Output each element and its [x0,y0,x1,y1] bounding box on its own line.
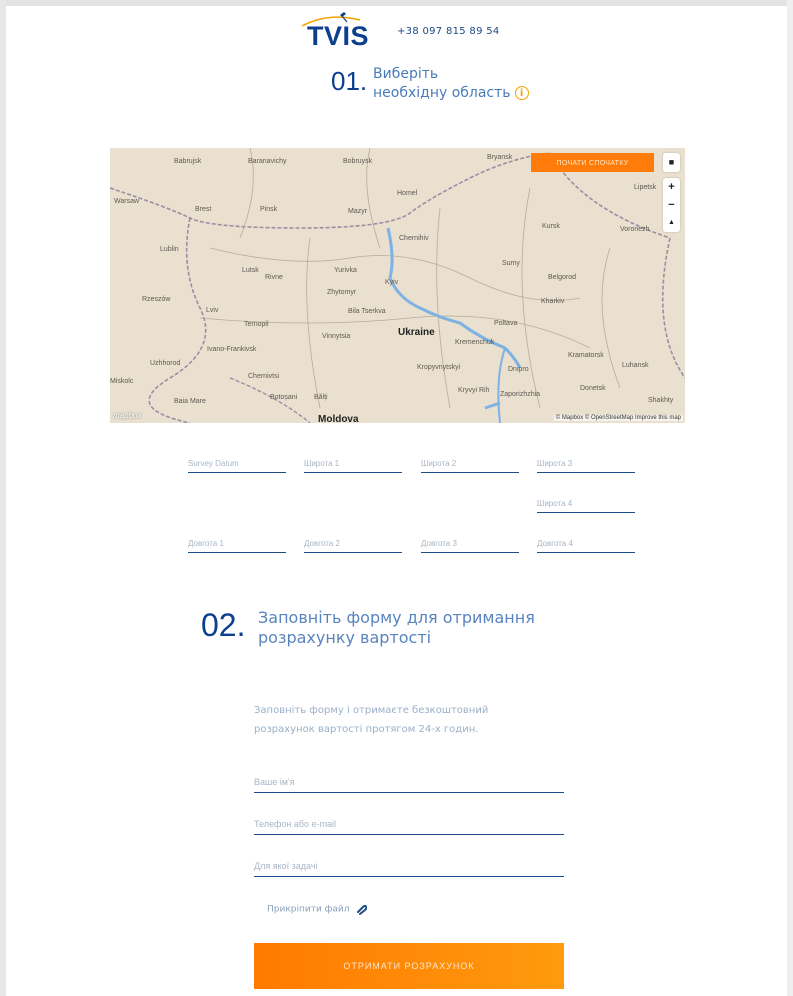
longitude-4-input[interactable] [537,534,635,553]
map-city-label: Kyiv [385,279,399,286]
map-city-label: Bălți [314,394,328,401]
latitude-1-input[interactable] [304,454,402,473]
map-area[interactable]: Babrujsk Baranavichy Bobruysk Bryansk Wa… [110,148,685,423]
form-description-line2: розрахунок вартості протягом 24-х годин. [254,724,479,735]
map-city-label: Ivano-Frankivsk [207,346,257,353]
map-city-label: Yurivka [334,267,357,274]
longitude-3-input[interactable] [421,534,519,553]
map-city-label: Dnipro [508,366,529,373]
map-city-label: Bila Tserkva [348,308,386,315]
map-city-label: Kropyvnytskyi [417,364,461,371]
step-2-title-line1: Заповніть форму для отримання [258,608,535,627]
map-city-label: Kursk [542,223,560,230]
step-2-number: 02. [201,607,246,643]
phone-number[interactable]: +38 097 815 89 54 [397,26,500,37]
map-city-label: Baia Mare [174,398,206,405]
latitude-3-input[interactable] [537,454,635,473]
map-city-label: Babrujsk [174,158,202,165]
map-country-label: Ukraine [398,327,435,338]
map-city-label: Vinnytsia [322,333,351,340]
map-city-label: Luhansk [622,362,649,369]
survey-datum-input[interactable] [188,454,286,473]
window-frame-top [0,0,793,6]
zoom-controls: + − ▲ [663,178,680,232]
map-city-label: Lipetsk [634,184,657,191]
info-icon[interactable]: i [514,86,529,100]
tvis-logo[interactable]: TVIS [298,10,376,50]
map-city-label: Lviv [206,307,219,314]
latitude-2-input[interactable] [421,454,519,473]
map-city-label: Chernivtsi [248,373,280,380]
map-city-label: Miskolc [110,378,134,385]
purpose-input[interactable] [254,856,564,877]
start-over-button[interactable]: ПОЧАТИ СПОЧАТКУ [531,153,654,172]
map-city-label: Ternopil [244,321,269,328]
step-1-number: 01. [331,66,368,96]
longitude-2-input[interactable] [304,534,402,553]
get-estimate-button[interactable]: ОТРИМАТИ РОЗРАХУНОК [254,943,564,989]
step-1-title-line2-text: необхідну область [373,85,511,101]
name-input[interactable] [254,772,564,793]
step-1-title-line1: Виберіть [373,66,439,82]
map-city-label: Kramatorsk [568,352,604,359]
map-city-label: Voronezh [620,226,650,233]
mapbox-logo[interactable]: mapbox [113,411,141,420]
window-frame-right [787,0,793,996]
map-city-label: Kremenchuk [455,339,495,346]
zoom-in-button[interactable]: + [663,178,680,196]
map-city-label: Brest [195,206,212,213]
map-city-label: Rivne [265,274,283,281]
map-city-label: Zaporizhzhia [500,391,541,398]
draw-polygon-icon[interactable]: ■ [663,153,680,172]
map-city-label: Belgorod [548,274,577,281]
step-1-title: Виберіть необхідну область i [373,65,563,103]
map-city-label: Baranavichy [248,158,287,165]
paperclip-icon [357,904,368,915]
map-city-label: Lublin [160,246,179,253]
compass-icon[interactable]: ▲ [663,214,680,232]
latitude-4-input[interactable] [537,494,635,513]
map-city-label: Homel [397,190,418,197]
map-city-label: Mazyr [348,208,368,215]
map-city-label: Poltava [494,320,518,327]
map-city-label: Botoșani [270,394,298,401]
attach-file-link[interactable]: Прикріпити файл [267,903,368,915]
step-1-title-line2: необхідну область i [373,84,563,103]
logo-text: TVIS [307,21,370,51]
contact-input[interactable] [254,814,564,835]
map-city-label: Pinsk [260,206,278,213]
longitude-1-input[interactable] [188,534,286,553]
map-city-label: Bobruysk [343,158,373,165]
form-description-line1: Заповніть форму і отримаєте безкоштовний [254,705,489,716]
map-city-label: Rzeszów [142,296,171,303]
map-city-label: Bryansk [487,154,513,161]
map-city-label: Chernihiv [399,235,429,242]
map-attribution[interactable]: © Mapbox © OpenStreetMap Improve this ma… [553,415,683,421]
zoom-out-button[interactable]: − [663,196,680,214]
map-city-label: Sumy [502,260,520,267]
map-city-label: Kryvyi Rih [458,387,490,394]
map-country-label: Moldova [318,414,359,423]
map-city-label: Donetsk [580,385,606,392]
map-city-label: Lutsk [242,267,259,274]
map-city-label: Warsaw [114,198,140,205]
map-city-label: Kharkiv [541,298,565,305]
map-city-label: Uzhhorod [150,360,181,367]
map-city-label: Zhytomyr [327,289,357,296]
map-city-label: Shakhty [648,397,674,404]
attach-file-label: Прикріпити файл [267,904,350,915]
window-frame-left [0,0,6,996]
step-2-title: Заповніть форму для отримання розрахунку… [258,608,578,648]
form-description: Заповніть форму і отримаєте безкоштовний… [254,701,554,739]
step-2-title-line2: розрахунку вартості [258,628,432,647]
